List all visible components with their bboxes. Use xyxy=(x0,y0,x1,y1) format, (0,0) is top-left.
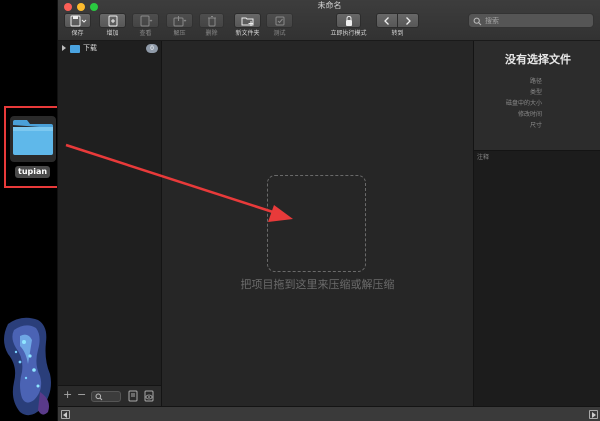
desktop-folder-label: tupian xyxy=(15,166,51,178)
view-options-icon[interactable] xyxy=(128,390,138,402)
add-favorite-button[interactable]: + xyxy=(63,388,72,402)
new-folder-button[interactable] xyxy=(234,13,261,28)
modified-time-field-label: 修改时间 xyxy=(517,111,542,118)
forward-arrow-icon xyxy=(406,16,411,25)
new-folder-icon xyxy=(241,17,253,26)
save-button[interactable] xyxy=(64,13,91,28)
add-label: 增加 xyxy=(106,30,119,37)
sidebar-item-badge: 0 xyxy=(146,44,158,53)
back-button[interactable] xyxy=(376,13,398,28)
sidebar: 下载 0 xyxy=(58,41,162,406)
new-folder-label: 新文件夹 xyxy=(235,30,260,37)
view-icon xyxy=(140,15,152,26)
view-label: 查看 xyxy=(139,30,152,37)
forward-button[interactable] xyxy=(397,13,419,28)
type-field-label: 类型 xyxy=(529,89,542,96)
drop-zone[interactable] xyxy=(267,175,366,272)
folder-icon xyxy=(13,120,53,155)
add-button[interactable] xyxy=(99,13,126,28)
inspector-title: 没有选择文件 xyxy=(505,53,571,66)
search-field[interactable]: 搜索 xyxy=(468,13,594,28)
save-label: 保存 xyxy=(71,30,84,37)
wallpaper-art xyxy=(4,317,51,416)
sidebar-item-downloads[interactable]: 下载 0 xyxy=(62,43,160,54)
sidebar-item-label: 下载 xyxy=(83,44,97,52)
extract-button[interactable] xyxy=(166,13,193,28)
collapse-left-icon xyxy=(63,412,67,418)
test-button[interactable] xyxy=(266,13,293,28)
search-icon xyxy=(95,393,103,401)
app-window: 未命名 保存 增加 查看 解压 删除 新文件夹 测试 立即执行模式 转到 搜索 … xyxy=(57,0,600,421)
search-placeholder: 搜索 xyxy=(485,17,499,25)
disclosure-triangle-icon[interactable] xyxy=(62,45,66,51)
test-icon xyxy=(275,16,284,25)
sidebar-bottom-bar: + − xyxy=(58,385,162,406)
add-icon xyxy=(108,15,117,26)
folder-icon xyxy=(70,45,80,53)
toolbar: 未命名 保存 增加 查看 解压 删除 新文件夹 测试 立即执行模式 转到 搜索 xyxy=(58,0,600,41)
back-arrow-icon xyxy=(384,16,389,25)
dimensions-field-label: 尺寸 xyxy=(529,122,542,129)
save-icon xyxy=(70,15,86,26)
extract-icon xyxy=(173,15,186,26)
test-label: 测试 xyxy=(273,30,286,37)
search-icon xyxy=(473,17,482,26)
notes-label: 注释 xyxy=(477,154,490,161)
eye-icon[interactable] xyxy=(143,390,155,402)
remove-favorite-button[interactable]: − xyxy=(77,388,86,402)
toggle-inspector-button[interactable] xyxy=(589,410,598,419)
inspector-info: 没有选择文件 路径 类型 磁盘中的大小 修改时间 尺寸 xyxy=(474,41,600,151)
drop-area[interactable]: 把项目拖到这里来压缩或解压缩 xyxy=(163,41,472,406)
disk-size-field-label: 磁盘中的大小 xyxy=(505,100,542,107)
desktop-folder-highlight[interactable]: tupian xyxy=(4,106,61,188)
inspector-panel: 没有选择文件 路径 类型 磁盘中的大小 修改时间 尺寸 注释 xyxy=(473,41,600,406)
immediate-mode-button[interactable] xyxy=(336,13,361,28)
window-title: 未命名 xyxy=(317,1,342,10)
bottom-bar xyxy=(58,406,600,421)
drop-hint-text: 把项目拖到这里来压缩或解压缩 xyxy=(240,278,395,291)
delete-label: 删除 xyxy=(205,30,218,37)
path-field-label: 路径 xyxy=(529,78,542,85)
delete-icon xyxy=(207,15,216,26)
toggle-sidebar-button[interactable] xyxy=(61,410,70,419)
collapse-right-icon xyxy=(592,412,596,418)
extract-label: 解压 xyxy=(173,30,186,37)
delete-button[interactable] xyxy=(199,13,224,28)
sidebar-filter-field[interactable] xyxy=(91,391,121,402)
goto-label: 转到 xyxy=(391,30,404,37)
immediate-mode-label: 立即执行模式 xyxy=(330,30,367,37)
view-button[interactable] xyxy=(132,13,159,28)
lock-icon xyxy=(345,15,352,26)
